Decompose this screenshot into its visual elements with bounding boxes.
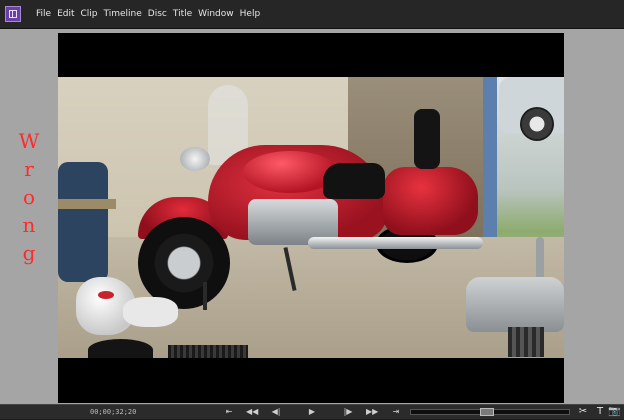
- play-icon[interactable]: ▶: [306, 406, 318, 418]
- chair-seat: [466, 277, 564, 332]
- workspace: Wrong: [0, 29, 624, 404]
- left-margin: Wrong: [0, 29, 58, 404]
- motorcycle-front-wheel: [138, 217, 230, 309]
- annotation-letter: g: [22, 241, 36, 265]
- shuttle-slider[interactable]: [410, 408, 570, 416]
- wheel-chock: [203, 282, 207, 310]
- menu-help[interactable]: Help: [237, 0, 264, 29]
- scissors-icon[interactable]: ✂: [577, 406, 589, 418]
- menu-timeline[interactable]: Timeline: [101, 0, 145, 29]
- step-back-icon[interactable]: ◀◀: [246, 406, 258, 418]
- transport-bar: 00;00;32;20 ⇤ ◀◀ ◀| ▶ |▶ ▶▶ ⇥ ✂ T 📷: [0, 404, 624, 419]
- go-to-out-icon[interactable]: ⇥: [390, 406, 402, 418]
- left-stool: [58, 162, 108, 282]
- motorcycle-headlight: [180, 147, 210, 171]
- app-logo-icon[interactable]: [5, 6, 21, 22]
- bag-label: [98, 291, 114, 299]
- video-monitor[interactable]: [58, 33, 564, 403]
- frame-forward-icon[interactable]: |▶: [342, 406, 354, 418]
- motorcycle-backrest: [414, 109, 440, 169]
- dark-object: [88, 339, 153, 358]
- annotation-letter: n: [22, 213, 36, 237]
- annotation-letter: W: [18, 129, 40, 153]
- chair-base: [508, 327, 544, 357]
- go-to-in-icon[interactable]: ⇤: [223, 406, 235, 418]
- motorcycle-saddlebag: [383, 167, 478, 235]
- plastic-bag-2: [123, 297, 178, 327]
- wrong-annotation: Wrong: [8, 127, 50, 267]
- menu-list: File Edit Clip Timeline Disc Title Windo…: [36, 0, 263, 29]
- menu-disc[interactable]: Disc: [145, 0, 170, 29]
- video-frame: [58, 77, 564, 358]
- annotation-letter: r: [24, 157, 34, 181]
- stool-top: [58, 199, 116, 209]
- menu-edit[interactable]: Edit: [54, 0, 77, 29]
- title-tool-icon[interactable]: T: [594, 406, 606, 418]
- menu-clip[interactable]: Clip: [78, 0, 101, 29]
- annotation-letter: o: [22, 185, 36, 209]
- menu-window[interactable]: Window: [195, 0, 237, 29]
- shuttle-knob[interactable]: [480, 408, 494, 416]
- motorcycle-seat: [323, 163, 385, 199]
- right-margin: [564, 29, 624, 404]
- menu-bar: File Edit Clip Timeline Disc Title Windo…: [0, 0, 624, 29]
- menu-title[interactable]: Title: [170, 0, 195, 29]
- floor-mat: [168, 345, 248, 358]
- frame-back-icon[interactable]: ◀|: [270, 406, 282, 418]
- motorcycle-exhaust: [308, 237, 483, 249]
- camera-icon[interactable]: 📷: [608, 406, 620, 418]
- door-frame: [483, 77, 497, 237]
- timecode-display[interactable]: 00;00;32;20: [90, 405, 136, 420]
- step-forward-icon[interactable]: ▶▶: [366, 406, 378, 418]
- car-wheel: [520, 107, 554, 141]
- menu-file[interactable]: File: [36, 0, 54, 29]
